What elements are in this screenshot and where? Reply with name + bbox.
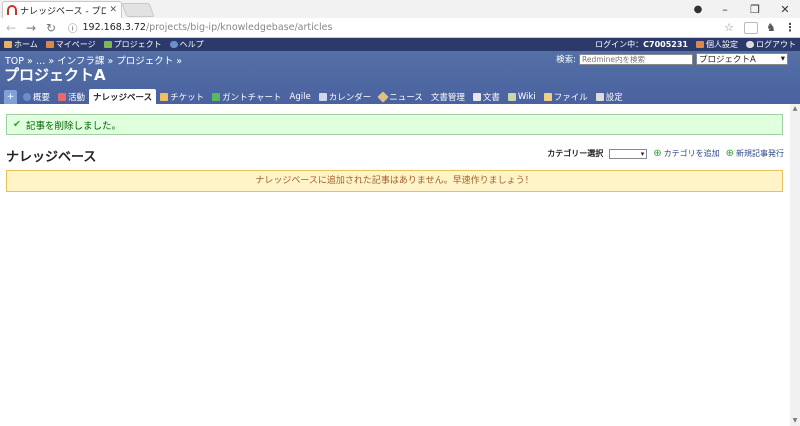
projects-icon [103, 41, 112, 48]
knowledgebase-controls: カテゴリー選択 ▾ ⊕ カテゴリを追加 ⊕ 新規記事発行 [547, 148, 784, 159]
help-icon [169, 41, 178, 48]
wiki-icon [507, 92, 516, 101]
reload-icon[interactable]: ↻ [44, 21, 58, 35]
flash-notice: ✔ 記事を削除しました。 [6, 114, 783, 135]
browser-toolbar: ← → ↻ ⓘ 192.168.3.72/projects/big-ip/kno… [0, 18, 800, 38]
tab-title: ナレッジベース - プロジェクトA [20, 6, 107, 17]
flash-message: 記事を削除しました。 [25, 120, 121, 132]
tab-issues[interactable]: チケット [156, 89, 208, 104]
url-host: 192.168.3.72 [82, 22, 146, 33]
ticket-icon [160, 92, 169, 101]
close-window-button[interactable]: ✕ [770, 3, 800, 16]
top-menu-my-page[interactable]: マイページ [45, 39, 96, 50]
tab-documents[interactable]: 文書 [469, 89, 504, 104]
tab-knowledgebase[interactable]: ナレッジベース [89, 89, 157, 104]
tab-document-management[interactable]: 文書管理 [427, 89, 469, 104]
bookmark-star-icon[interactable]: ☆ [724, 21, 734, 34]
tab-wiki[interactable]: Wiki [504, 89, 540, 104]
page-scrollbar[interactable]: ▲ ▼ [790, 104, 800, 426]
tab-gantt[interactable]: ガントチャート [208, 89, 285, 104]
add-icon: ⊕ [653, 148, 662, 159]
home-icon [4, 41, 12, 48]
knowledgebase-title: ナレッジベース [6, 150, 97, 165]
tab-settings[interactable]: 設定 [592, 89, 627, 104]
news-icon [377, 90, 389, 103]
top-menu-logout[interactable]: ログアウト [746, 39, 796, 50]
forward-arrow-icon[interactable]: → [24, 21, 38, 35]
user-icon [45, 41, 54, 48]
chevron-down-icon: ▾ [780, 54, 785, 64]
maximize-button[interactable]: ❐ [740, 3, 770, 16]
top-menu-home[interactable]: ホーム [4, 39, 38, 50]
new-article-link[interactable]: ⊕ 新規記事発行 [726, 148, 784, 159]
browser-menu-icon[interactable]: ⋮ [784, 21, 796, 34]
account-icon [696, 41, 704, 48]
add-icon: ⊕ [725, 148, 734, 159]
check-icon: ✔ [13, 119, 21, 130]
new-object-button[interactable]: + [4, 90, 17, 104]
tab-activity[interactable]: 活動 [54, 89, 89, 104]
page-info-icon[interactable]: ⓘ [68, 21, 78, 35]
no-articles-warning: ナレッジベースに追加された記事はありません。早速作りましょう！ [6, 170, 783, 192]
gantt-icon [212, 92, 221, 101]
calendar-icon [318, 92, 327, 101]
profile-icon[interactable]: ● [686, 4, 710, 15]
files-icon [543, 92, 552, 101]
tab-files[interactable]: ファイル [540, 89, 592, 104]
add-category-link[interactable]: ⊕ カテゴリを追加 [653, 148, 719, 159]
redmine-favicon-icon [7, 5, 17, 15]
extension-icon[interactable] [744, 21, 758, 34]
quick-search: 検索: プロジェクトA ▾ [556, 53, 788, 65]
page-title: プロジェクトA [4, 66, 106, 84]
minimize-button[interactable]: – [710, 3, 740, 16]
back-arrow-icon[interactable]: ← [4, 21, 18, 35]
logout-icon [746, 41, 754, 48]
info-icon [23, 92, 31, 101]
browser-tab[interactable]: ナレッジベース - プロジェクトA ✕ [2, 1, 122, 18]
new-tab-button[interactable] [121, 3, 155, 17]
url-path: /projects/big-ip/knowledgebase/articles [145, 22, 333, 33]
browser-tab-strip: ナレッジベース - プロジェクトA ✕ ● – ❐ ✕ [0, 0, 800, 18]
login-user[interactable]: C7005231 [643, 40, 688, 49]
scroll-down-icon[interactable]: ▼ [790, 416, 800, 426]
search-label: 検索: [556, 55, 576, 65]
scroll-up-icon[interactable]: ▲ [790, 104, 800, 114]
category-label: カテゴリー選択 [547, 149, 604, 158]
top-menu: ホーム マイページ プロジェクト ヘルプ ログイン中：C7005231 個人設定… [0, 38, 800, 51]
tab-calendar[interactable]: カレンダー [315, 89, 376, 104]
activity-icon [58, 92, 67, 101]
main-menu: + 概要 活動 ナレッジベース チケット ガントチャート Agile カレンダー… [4, 88, 627, 104]
category-select[interactable]: ▾ [609, 148, 648, 159]
tab-agile[interactable]: Agile [286, 89, 315, 104]
window-controls: ● – ❐ ✕ [686, 0, 800, 18]
evernote-extension-icon[interactable]: ♞ [764, 21, 778, 34]
address-bar[interactable]: ⓘ 192.168.3.72/projects/big-ip/knowledge… [64, 20, 738, 36]
top-menu-projects[interactable]: プロジェクト [103, 39, 162, 50]
logged-in-as: ログイン中：C7005231 [595, 40, 688, 49]
settings-icon [595, 92, 604, 101]
project-jump-select[interactable]: プロジェクトA ▾ [696, 53, 788, 65]
main-content: ✔ 記事を削除しました。 ナレッジベース カテゴリー選択 ▾ ⊕ カテゴリを追加… [0, 104, 800, 408]
tab-news[interactable]: ニュース [375, 89, 427, 104]
top-menu-my-account[interactable]: 個人設定 [696, 39, 738, 50]
tab-overview[interactable]: 概要 [19, 89, 54, 104]
tab-close-icon[interactable]: ✕ [109, 5, 117, 15]
top-menu-help[interactable]: ヘルプ [169, 39, 204, 50]
documents-icon [472, 92, 481, 101]
project-header: TOP » … » インフラ課 » プロジェクト » プロジェクトA 検索: プ… [0, 51, 800, 104]
search-input[interactable] [579, 53, 693, 65]
